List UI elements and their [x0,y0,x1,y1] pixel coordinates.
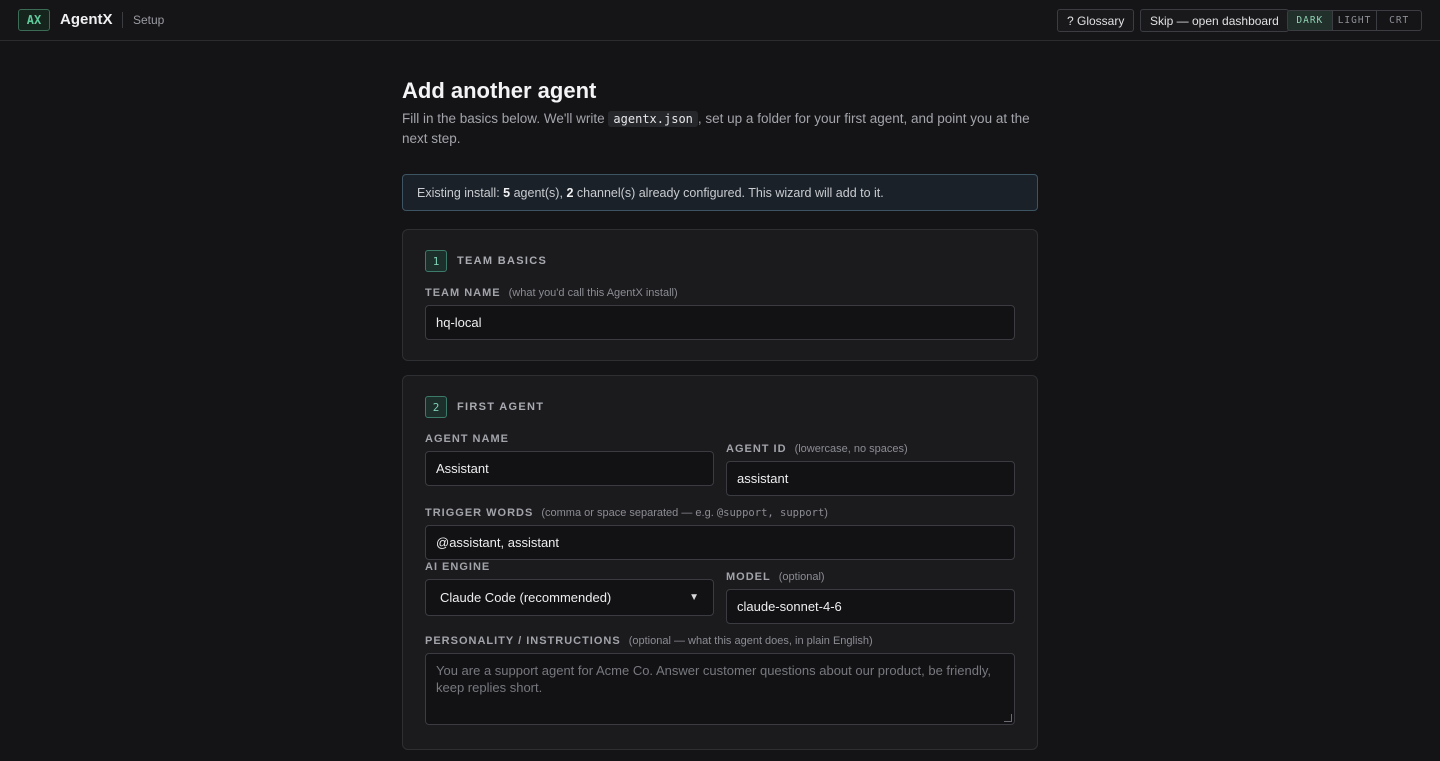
theme-dark-option[interactable]: DARK [1288,11,1332,30]
label-text: AGENT NAME [425,433,509,445]
trigger-words-label: TRIGGER WORDS (comma or space separated —… [425,507,828,519]
app-logo: AX [18,9,50,31]
personality-label: PERSONALITY / INSTRUCTIONS (optional — wh… [425,635,873,647]
page-title: Add another agent [402,78,597,103]
agent-count-label: agent(s), [513,185,563,200]
agent-count: 5 [503,185,511,200]
chevron-down-icon: ▼ [689,592,699,603]
hint-example: @support, support [716,507,825,519]
ai-engine-select[interactable]: Claude Code (recommended) ▼ [425,579,714,616]
agent-name-input[interactable]: Assistant [425,451,714,486]
textarea-placeholder: You are a support agent for Acme Co. Ans… [436,663,991,695]
section-title: TEAM BASICS [457,255,548,267]
label-hint: (comma or space separated — e.g. @suppor… [541,507,828,519]
personality-textarea[interactable]: You are a support agent for Acme Co. Ans… [425,653,1015,725]
label-text: TRIGGER WORDS [425,507,534,519]
agent-id-input[interactable]: assistant [726,461,1015,496]
label-text: MODEL [726,571,771,583]
team-basics-card: 1 TEAM BASICS TEAM NAME (what you'd call … [402,229,1038,361]
first-agent-header: 2 FIRST AGENT [425,396,544,418]
ai-engine-label: AI ENGINE [425,561,490,573]
trigger-words-input[interactable]: @assistant, assistant [425,525,1015,560]
channel-count: 2 [566,185,574,200]
step-number: 2 [425,396,447,418]
selected-engine: Claude Code (recommended) [440,590,612,605]
brand-divider [122,12,123,28]
theme-crt-option[interactable]: CRT [1376,11,1421,30]
label-text: PERSONALITY / INSTRUCTIONS [425,635,621,647]
lead-text: Fill in the basics below. We'll write [402,111,605,126]
team-name-label: TEAM NAME (what you'd call this AgentX in… [425,287,678,299]
glossary-button[interactable]: ? Glossary [1057,9,1135,32]
theme-toggle: DARK LIGHT CRT [1287,10,1422,31]
agent-name-label: AGENT NAME [425,433,509,445]
label-text: AI ENGINE [425,561,491,573]
theme-light-option[interactable]: LIGHT [1331,11,1377,30]
team-name-input[interactable]: hq-local [425,305,1015,340]
page-description: Fill in the basics below. We'll write ag… [402,109,1032,149]
resize-handle-icon[interactable] [1004,714,1012,722]
existing-install-notice: Existing install: 5 agent(s), 2 channel(… [402,174,1038,211]
agent-id-label: AGENT ID (lowercase, no spaces) [726,443,908,455]
model-label: MODEL (optional) [726,571,825,583]
label-hint: (optional — what this agent does, in pla… [628,635,873,647]
label-hint: (lowercase, no spaces) [794,443,908,455]
first-agent-card: 2 FIRST AGENT AGENT NAME Assistant AGENT… [402,375,1038,750]
label-text: TEAM NAME [425,287,501,299]
label-hint: (what you'd call this AgentX install) [508,287,678,299]
top-bar: AX AgentX Setup ? Glossary Skip — open d… [0,0,1440,41]
app-name: AgentX [60,11,113,28]
config-filename: agentx.json [608,111,698,127]
hint-text-end: ) [824,507,828,519]
label-text: AGENT ID [726,443,787,455]
step-number: 1 [425,250,447,272]
skip-to-dashboard-button[interactable]: Skip — open dashboard [1140,9,1289,32]
section-title: FIRST AGENT [457,401,545,413]
notice-prefix: Existing install: [417,185,500,200]
hint-text: (comma or space separated — e.g. [541,507,714,519]
section-label: Setup [133,13,165,27]
label-hint: (optional) [778,571,825,583]
team-basics-header: 1 TEAM BASICS [425,250,547,272]
channel-count-label: channel(s) already configured. This wiza… [576,185,884,200]
model-input[interactable]: claude-sonnet-4-6 [726,589,1015,624]
